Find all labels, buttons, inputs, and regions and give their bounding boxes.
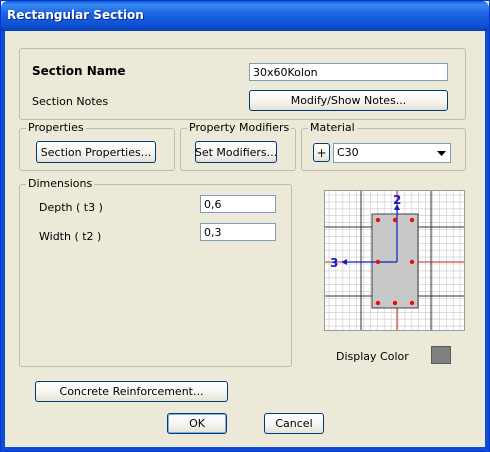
window-title: Rectangular Section <box>7 8 144 22</box>
properties-group-label: Properties <box>26 121 86 134</box>
depth-input[interactable]: 0,6 <box>200 195 276 213</box>
depth-label: Depth ( t3 ) <box>39 201 103 214</box>
material-group-label: Material <box>308 121 357 134</box>
axis-2-label: 2 <box>393 193 401 207</box>
window-frame-bottom <box>1 447 489 451</box>
section-name-input[interactable]: 30x60Kolon <box>249 63 448 81</box>
rebar-dot <box>409 259 415 265</box>
section-preview-canvas: 2 3 <box>324 190 465 331</box>
rectangular-section-dialog: Rectangular Section Section Name 30x60Ko… <box>0 0 490 452</box>
title-bar[interactable]: Rectangular Section <box>1 1 489 31</box>
axis-3-label: 3 <box>330 256 338 270</box>
property-modifiers-group-label: Property Modifiers <box>187 121 292 134</box>
window-frame-right <box>485 31 489 452</box>
add-material-button[interactable]: + <box>313 143 330 162</box>
cancel-button[interactable]: Cancel <box>264 413 324 434</box>
modify-show-notes-button[interactable]: Modify/Show Notes... <box>249 90 448 111</box>
section-notes-label: Section Notes <box>32 95 109 108</box>
material-select[interactable]: C30 <box>333 143 451 163</box>
width-label: Width ( t2 ) <box>39 230 102 243</box>
chevron-down-icon[interactable] <box>433 145 449 161</box>
material-selected-value: C30 <box>337 146 359 159</box>
set-modifiers-button[interactable]: Set Modifiers... <box>195 141 277 163</box>
rebar-dot <box>409 300 415 306</box>
rebar-dot <box>375 300 381 306</box>
window-frame-left <box>1 31 5 452</box>
width-input[interactable]: 0,3 <box>200 223 276 241</box>
rebar-dot <box>375 217 381 223</box>
rebar-dot <box>392 217 398 223</box>
rebar-dot <box>375 259 381 265</box>
section-preview-drawing: 2 3 <box>325 191 464 330</box>
concrete-reinforcement-button[interactable]: Concrete Reinforcement... <box>35 381 228 402</box>
dimensions-group-label: Dimensions <box>26 177 95 190</box>
section-name-label: Section Name <box>32 64 126 78</box>
display-color-swatch[interactable] <box>431 346 451 364</box>
display-color-label: Display Color <box>336 350 409 363</box>
rebar-dot <box>409 217 415 223</box>
section-properties-button[interactable]: Section Properties... <box>36 141 156 163</box>
ok-button[interactable]: OK <box>167 413 227 434</box>
rebar-dot <box>392 300 398 306</box>
